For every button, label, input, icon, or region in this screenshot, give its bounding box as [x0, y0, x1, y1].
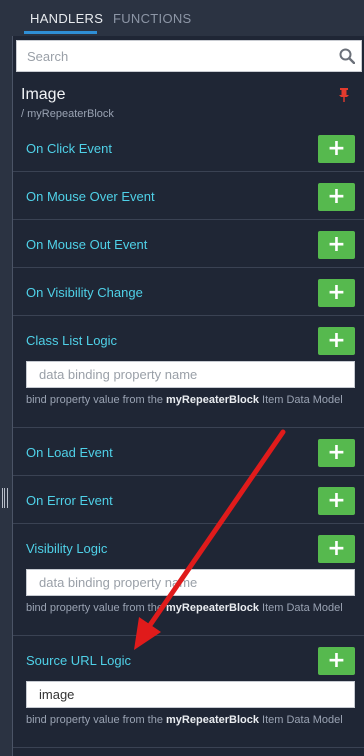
handler-label: Source URL Logic	[26, 653, 132, 668]
handler-label: On Click Event	[26, 141, 112, 156]
handler-row-visibility-logic: Visibility Logic + bind property value f…	[13, 524, 364, 636]
handler-label: On Mouse Out Event	[26, 237, 148, 252]
resize-grip-icon[interactable]	[2, 488, 8, 508]
search-box	[16, 40, 362, 72]
tab-handlers[interactable]: HANDLERS	[30, 11, 103, 27]
data-binding-input[interactable]	[26, 681, 355, 708]
active-tab-indicator	[24, 31, 97, 34]
add-handler-button[interactable]: +	[318, 439, 355, 467]
handler-row-on-click: On Click Event +	[13, 124, 364, 172]
handler-row-on-error: On Error Event +	[13, 476, 364, 524]
handler-row-class-list-logic: Class List Logic + bind property value f…	[13, 316, 364, 428]
pin-icon[interactable]	[338, 88, 350, 102]
add-handler-button[interactable]: +	[318, 279, 355, 307]
component-path: / myRepeaterBlock	[21, 108, 114, 120]
handler-row-on-visibility-change: On Visibility Change +	[13, 268, 364, 316]
add-handler-button[interactable]: +	[318, 231, 355, 259]
handler-label: Visibility Logic	[26, 541, 108, 556]
component-title: Image	[21, 86, 66, 103]
handler-label: On Mouse Over Event	[26, 189, 155, 204]
plus-icon: +	[327, 280, 346, 305]
handler-row-on-mouse-out: On Mouse Out Event +	[13, 220, 364, 268]
plus-icon: +	[327, 184, 346, 209]
handler-row-on-mouse-over: On Mouse Over Event +	[13, 172, 364, 220]
add-handler-button[interactable]: +	[318, 327, 355, 355]
handler-label: On Error Event	[26, 493, 113, 508]
plus-icon: +	[327, 136, 346, 161]
plus-icon: +	[327, 328, 346, 353]
plus-icon: +	[327, 536, 346, 561]
panel-resize-strip	[0, 36, 12, 756]
binding-hint: bind property value from the myRepeaterB…	[26, 714, 343, 726]
plus-icon: +	[327, 440, 346, 465]
handler-label: On Load Event	[26, 445, 113, 460]
tab-bar: HANDLERS FUNCTIONS	[0, 0, 364, 36]
handler-row-source-url-logic: Source URL Logic + bind property value f…	[13, 636, 364, 748]
add-handler-button[interactable]: +	[318, 183, 355, 211]
plus-icon: +	[327, 648, 346, 673]
add-handler-button[interactable]: +	[318, 535, 355, 563]
binding-hint: bind property value from the myRepeaterB…	[26, 602, 343, 614]
add-handler-button[interactable]: +	[318, 487, 355, 515]
plus-icon: +	[327, 232, 346, 257]
data-binding-input[interactable]	[26, 569, 355, 596]
plus-icon: +	[327, 488, 346, 513]
handler-label: Class List Logic	[26, 333, 118, 348]
handlers-panel: Image / myRepeaterBlock On Click Event +…	[12, 36, 364, 756]
handler-row-on-load: On Load Event +	[13, 428, 364, 476]
data-binding-input[interactable]	[26, 361, 355, 388]
binding-hint: bind property value from the myRepeaterB…	[26, 394, 343, 406]
handler-label: On Visibility Change	[26, 285, 143, 300]
search-icon[interactable]	[339, 48, 355, 64]
add-handler-button[interactable]: +	[318, 647, 355, 675]
tab-functions[interactable]: FUNCTIONS	[113, 11, 192, 27]
add-handler-button[interactable]: +	[318, 135, 355, 163]
search-input[interactable]	[17, 41, 327, 71]
